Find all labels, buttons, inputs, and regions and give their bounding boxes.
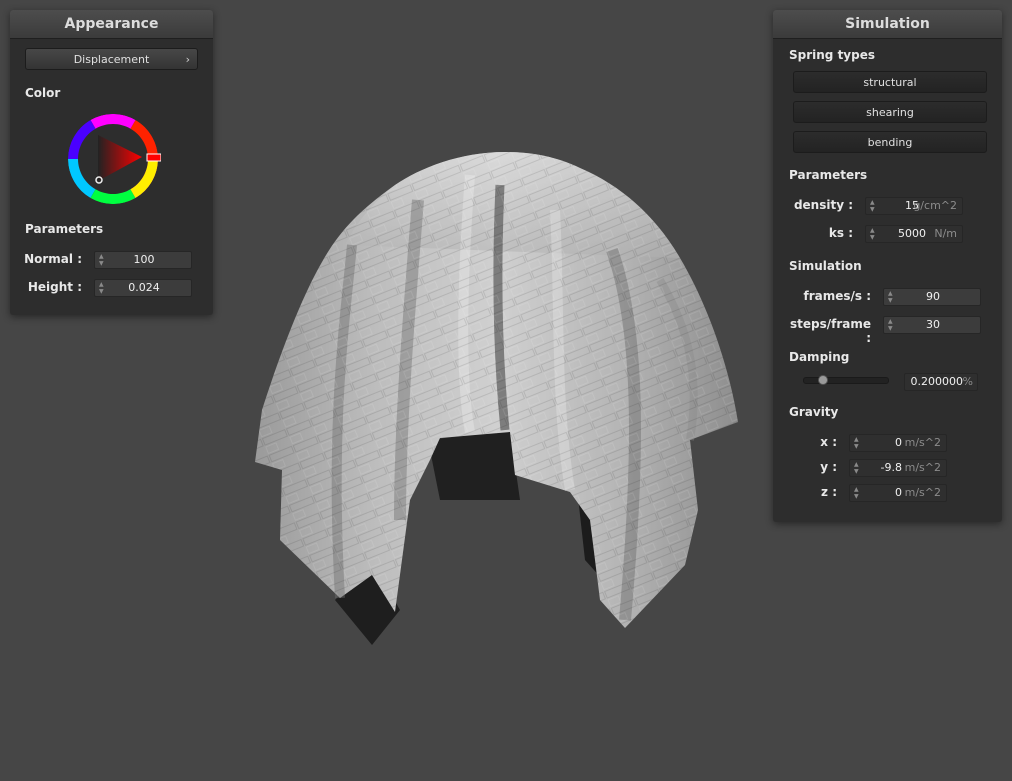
displacement-button[interactable]: Displacement › xyxy=(25,48,198,70)
gravity-y-unit: m/s^2 xyxy=(904,461,941,474)
fps-field[interactable]: ▲ ▼ 90 xyxy=(883,288,981,306)
fps-label: frames/s : xyxy=(803,289,871,303)
height-field[interactable]: ▲ ▼ 0.024 xyxy=(94,279,192,297)
simulation-section-label: Simulation xyxy=(789,259,862,273)
sim-parameters-label: Parameters xyxy=(789,168,868,182)
stepper-icon[interactable]: ▲ ▼ xyxy=(854,461,862,475)
appearance-parameters-label: Parameters xyxy=(25,222,104,236)
damping-value: 0.200000 xyxy=(910,375,964,388)
color-label: Color xyxy=(25,86,61,100)
color-wheel[interactable] xyxy=(65,111,161,207)
gravity-z-label: z : xyxy=(821,485,837,499)
stepper-icon[interactable]: ▲ ▼ xyxy=(870,227,878,241)
structural-button[interactable]: structural xyxy=(793,71,987,93)
stepper-icon[interactable]: ▲ ▼ xyxy=(854,436,862,450)
damping-field[interactable]: 0.200000 % xyxy=(904,373,978,391)
gravity-y-field[interactable]: ▲ ▼ -9.8 m/s^2 xyxy=(849,459,947,477)
ks-field[interactable]: ▲ ▼ 5000 N/m xyxy=(865,225,963,243)
stepper-icon[interactable]: ▲ ▼ xyxy=(870,199,878,213)
simulation-panel-title: Simulation xyxy=(773,10,1002,39)
density-unit: g/cm^2 xyxy=(913,199,957,212)
ks-label: ks : xyxy=(828,226,853,240)
gravity-x-unit: m/s^2 xyxy=(904,436,941,449)
displacement-button-label: Displacement xyxy=(73,53,150,66)
density-label: density : xyxy=(793,198,853,212)
color-triangle xyxy=(98,135,142,181)
normal-label: Normal : xyxy=(24,252,82,266)
height-label: Height : xyxy=(27,280,82,294)
gravity-z-value: 0 xyxy=(895,486,902,499)
gravity-z-unit: m/s^2 xyxy=(904,486,941,499)
appearance-panel: Appearance Displacement › Color Paramete… xyxy=(10,10,213,315)
gravity-z-field[interactable]: ▲ ▼ 0 m/s^2 xyxy=(849,484,947,502)
damping-label: Damping xyxy=(789,350,850,364)
gravity-x-field[interactable]: ▲ ▼ 0 m/s^2 xyxy=(849,434,947,452)
fps-value: 90 xyxy=(926,290,940,303)
steps-label: steps/frame : xyxy=(789,317,871,345)
chevron-right-icon: › xyxy=(185,53,190,66)
ks-value: 5000 xyxy=(898,227,926,240)
gravity-x-label: x : xyxy=(820,435,837,449)
steps-value: 30 xyxy=(926,318,940,331)
gravity-x-value: 0 xyxy=(895,436,902,449)
shearing-button[interactable]: shearing xyxy=(793,101,987,123)
gravity-y-label: y : xyxy=(820,460,837,474)
hue-marker xyxy=(146,153,161,162)
gravity-label: Gravity xyxy=(789,405,839,419)
spring-types-label: Spring types xyxy=(789,48,876,62)
damping-slider-knob[interactable] xyxy=(817,375,828,385)
gravity-y-value: -9.8 xyxy=(880,461,902,474)
density-field[interactable]: ▲ ▼ 15 g/cm^2 xyxy=(865,197,963,215)
height-value: 0.024 xyxy=(128,281,160,294)
ks-unit: N/m xyxy=(934,227,957,240)
bending-button[interactable]: bending xyxy=(793,131,987,153)
steps-field[interactable]: ▲ ▼ 30 xyxy=(883,316,981,334)
appearance-panel-title: Appearance xyxy=(10,10,213,39)
damping-slider[interactable] xyxy=(803,377,889,384)
simulation-panel: Simulation Spring types structural shear… xyxy=(773,10,1002,522)
damping-unit: % xyxy=(962,375,973,388)
stepper-icon[interactable]: ▲ ▼ xyxy=(854,486,862,500)
normal-value: 100 xyxy=(133,253,155,266)
normal-field[interactable]: ▲ ▼ 100 xyxy=(94,251,192,269)
